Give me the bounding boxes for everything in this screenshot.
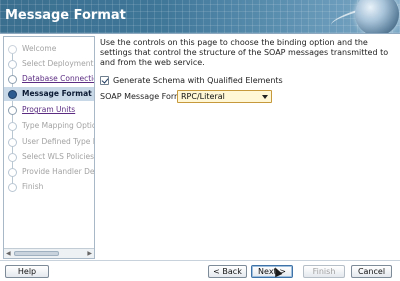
step-label: User Defined Type Mappings	[22, 137, 94, 146]
step-marker-icon	[8, 168, 17, 177]
step-label: Message Format	[22, 89, 92, 98]
step-marker-icon	[8, 183, 17, 192]
step-label[interactable]: Database Connection	[22, 74, 94, 83]
step-current-marker-icon	[8, 90, 17, 99]
step-select-wls-policies: Select WLS Policies	[4, 150, 95, 164]
step-label: Select Deployment Platform	[22, 59, 94, 68]
step-marker-icon	[8, 138, 17, 147]
header-divider	[0, 33, 400, 34]
footer-divider	[0, 260, 400, 261]
step-label: Finish	[22, 182, 44, 191]
help-button[interactable]: Help	[5, 265, 49, 278]
generate-schema-label[interactable]: Generate Schema with Qualified Elements	[113, 76, 283, 85]
step-finish: Finish	[4, 180, 94, 194]
soap-format-value: RPC/Literal	[181, 92, 225, 101]
step-marker-icon	[8, 106, 17, 115]
page-description: Use the controls on this page to choose …	[100, 38, 389, 67]
globe-icon	[355, 0, 399, 33]
step-select-deployment-platform: Select Deployment Platform	[4, 57, 94, 71]
cancel-button[interactable]: Cancel	[351, 265, 392, 278]
step-provide-handler-details: Provide Handler Details	[4, 165, 95, 179]
generate-schema-checkbox[interactable]	[100, 76, 109, 85]
step-marker-icon	[8, 122, 17, 131]
scroll-right-icon[interactable]: ▶	[87, 251, 92, 257]
soap-format-select[interactable]: RPC/Literal	[177, 90, 272, 103]
step-label[interactable]: Program Units	[22, 105, 75, 114]
page-content: Use the controls on this page to choose …	[100, 38, 395, 103]
step-label: Provide Handler Details	[22, 167, 95, 176]
step-program-units[interactable]: Program Units	[4, 103, 94, 117]
chevron-down-icon[interactable]	[262, 95, 268, 99]
step-user-defined-type-mappings: User Defined Type Mappings	[4, 135, 94, 149]
step-label: Type Mapping Options	[22, 121, 94, 130]
back-button[interactable]: < Back	[208, 265, 247, 278]
step-marker-icon	[8, 45, 17, 54]
scroll-left-icon[interactable]: ◀	[6, 251, 11, 257]
scrollbar-thumb[interactable]	[14, 251, 59, 256]
step-label: Select WLS Policies	[22, 152, 95, 161]
step-label: Welcome	[22, 44, 57, 53]
page-title: Message Format	[5, 8, 126, 23]
step-marker-icon	[8, 75, 17, 84]
finish-button: Finish	[303, 265, 345, 278]
step-database-connection[interactable]: Database Connection	[4, 72, 94, 86]
step-message-format[interactable]: Message Format	[4, 87, 94, 101]
wizard-steps-panel: Welcome Select Deployment Platform Datab…	[3, 36, 95, 259]
step-type-mapping-options: Type Mapping Options	[4, 119, 94, 133]
wizard-header: Message Format	[0, 0, 400, 33]
steps-horizontal-scrollbar[interactable]: ◀ ▶	[4, 248, 94, 258]
step-welcome: Welcome	[4, 42, 94, 56]
step-marker-icon	[8, 153, 17, 162]
step-marker-icon	[8, 60, 17, 69]
